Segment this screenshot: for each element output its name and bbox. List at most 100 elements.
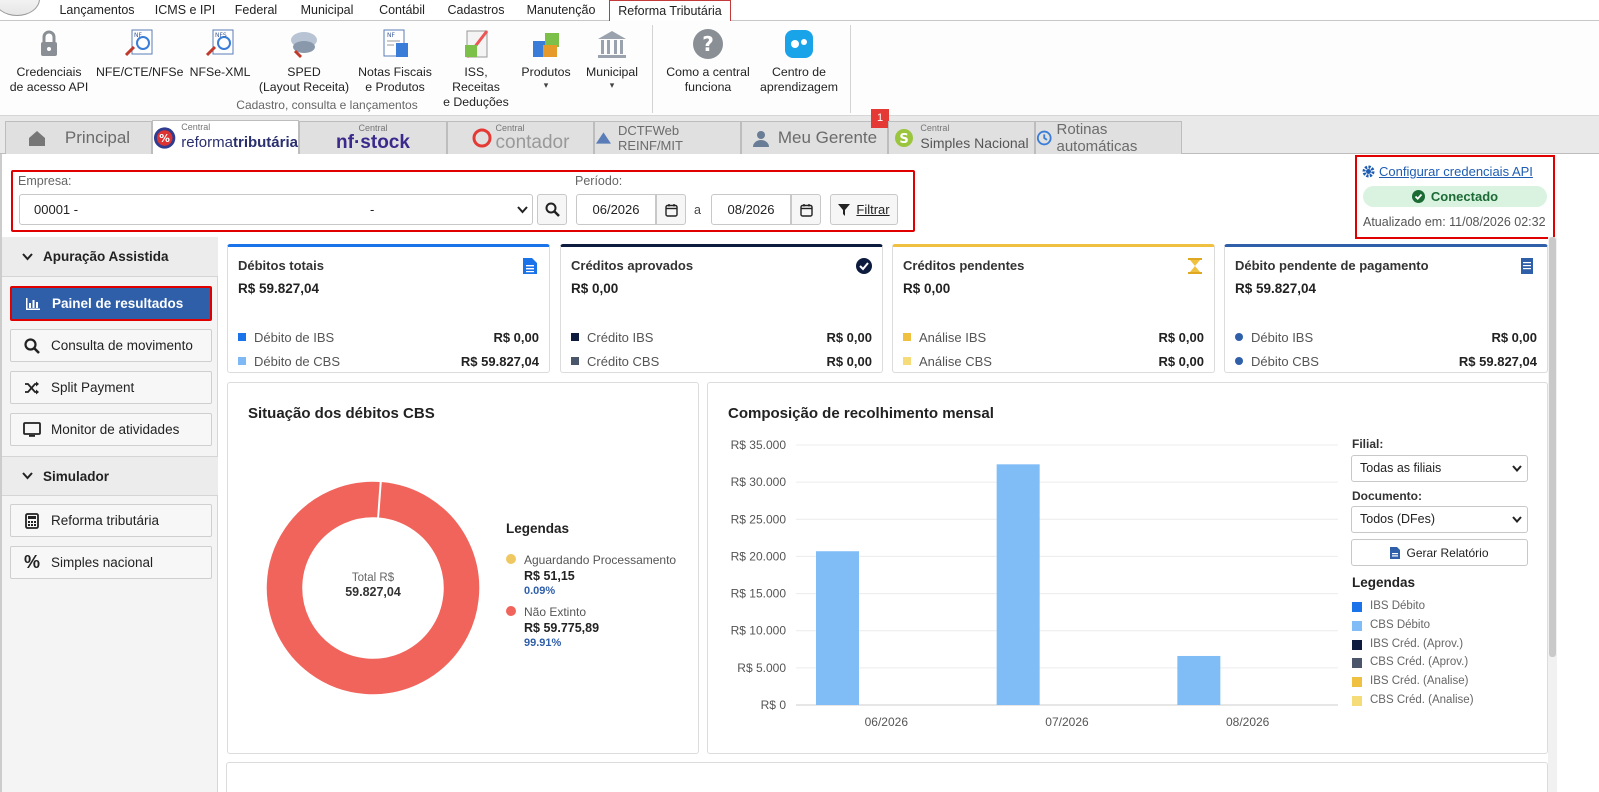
filtrar-button[interactable]: Filtrar [830, 194, 898, 225]
tab-dctfweb[interactable]: DCTFWeb REINF/MIT [594, 121, 741, 154]
legend-label: IBS Créd. (Aprov.) [1370, 637, 1464, 650]
chevron-down-icon [22, 472, 33, 480]
icon-caption: NFS [215, 32, 227, 39]
credenciais-api-button[interactable]: Credenciais de acesso API [8, 27, 90, 95]
tab-nfstock[interactable]: Central nf·stock [299, 121, 447, 154]
menu-tab-contabil[interactable]: Contábil [366, 0, 438, 21]
periodo-end-calendar-button[interactable] [791, 194, 821, 225]
gerar-relatorio-button[interactable]: Gerar Relatório [1351, 539, 1528, 566]
menu-tab-federal[interactable]: Federal [224, 0, 288, 21]
bar[interactable] [1177, 655, 1221, 705]
produtos-dropdown-button[interactable]: Produtos ▾ [516, 27, 576, 90]
card-row: Crédito IBS R$ 0,00 [571, 329, 872, 345]
gear-icon [1362, 165, 1375, 178]
tab-simples-nacional[interactable]: S Central Simples Nacional [888, 121, 1035, 154]
cloud-download-icon [287, 27, 321, 61]
tab-brand-main: reforma [181, 134, 233, 151]
bar[interactable] [816, 551, 859, 705]
notification-badge: 1 [871, 109, 889, 128]
notas-fiscais-produtos-button[interactable]: NF Notas Fiscais e Produtos [356, 27, 434, 95]
documento-select[interactable]: Todos (DFes) [1351, 506, 1528, 533]
card-row: Débito de IBS R$ 0,00 [238, 329, 539, 345]
sidebar-item-consulta-movimento[interactable]: Consulta de movimento [10, 329, 212, 362]
empresa-select[interactable]: 00001 - - [19, 194, 533, 225]
application-window: Lançamentos ICMS e IPI Federal Municipal… [0, 0, 1599, 792]
x-tick-label: 06/2026 [865, 715, 909, 729]
y-tick-label: R$ 5.000 [737, 661, 786, 675]
scrollbar-thumb[interactable] [1549, 237, 1556, 657]
sidebar-item-label: Consulta de movimento [51, 338, 193, 353]
menu-tab-cadastros[interactable]: Cadastros [438, 0, 514, 21]
legend-swatch [1352, 677, 1362, 688]
periodo-start-calendar-button[interactable] [656, 194, 686, 225]
tab-contador[interactable]: Central contador [447, 121, 594, 154]
y-tick-label: R$ 35.000 [731, 438, 787, 452]
calendar-icon [799, 203, 813, 217]
card-row: Débito IBS R$ 0,00 [1235, 329, 1537, 345]
sidebar-section-simulador[interactable]: Simulador [2, 456, 218, 496]
sidebar-item-monitor-atividades[interactable]: Monitor de atividades [10, 413, 212, 446]
sidebar-item-label: Painel de resultados [52, 296, 184, 311]
menu-tab-municipal[interactable]: Municipal [288, 0, 366, 21]
tab-rotinas-automaticas[interactable]: Rotinas automáticas [1035, 121, 1182, 155]
tab-brand: Central Simples Nacional [920, 122, 1028, 153]
tab-brand: Central reformatributária [181, 123, 298, 152]
legend-swatch [238, 333, 246, 341]
nfe-cte-nfse-button[interactable]: NF NFE/CTE/NFSe [96, 27, 183, 80]
gerar-relatorio-label: Gerar Relatório [1406, 545, 1489, 560]
ribbon-label: Produtos [521, 65, 571, 79]
connection-status-badge: Conectado [1363, 186, 1547, 207]
periodo-start-input[interactable]: 06/2026 [576, 194, 656, 225]
bar-chart: R$ 0 R$ 5.000 R$ 10.000 R$ 15.000 R$ 20.000 R… [731, 438, 1338, 729]
sidebar-item-reforma-tributaria[interactable]: Reforma tributária [10, 504, 212, 537]
sidebar-section-apuracao[interactable]: Apuração Assistida [2, 237, 218, 277]
filial-select[interactable]: Todas as filiais [1351, 455, 1528, 482]
legend-label: IBS Créd. (Analise) [1370, 675, 1469, 688]
periodo-label: Período: [575, 174, 623, 188]
menu-tab-icms-ipi[interactable]: ICMS e IPI [146, 0, 224, 21]
ribbon-label: de acesso API [9, 80, 89, 94]
card-row-value: R$ 0,00 [1158, 353, 1204, 369]
menu-tab-manutencao[interactable]: Manutenção [514, 0, 608, 21]
centro-de-aprendizagem-button[interactable]: Centro de aprendizagem [758, 27, 840, 95]
legend-percent: 0.09% [524, 585, 556, 597]
search-button[interactable] [537, 194, 567, 225]
bar-chart-icon [24, 295, 42, 313]
sped-button[interactable]: SPED (Layout Receita) [258, 27, 350, 95]
menu-tab-lancamentos[interactable]: Lançamentos [48, 0, 146, 21]
clock-icon [1036, 130, 1052, 146]
nfse-xml-button[interactable]: NFS NFSe-XML [188, 27, 252, 80]
ribbon-label: funciona [684, 80, 732, 94]
sidebar-item-simples-nacional[interactable]: % Simples nacional [10, 546, 212, 579]
app-orb-button[interactable] [0, 0, 40, 16]
municipal-dropdown-button[interactable]: Municipal ▾ [580, 27, 644, 90]
chevron-down-icon [517, 206, 528, 214]
donut-legend-title: Legendas [506, 521, 570, 536]
ribbon-label: aprendizagem [760, 80, 838, 94]
card-value: R$ 59.827,04 [1235, 281, 1317, 296]
sidebar-item-painel-resultados[interactable]: Painel de resultados [10, 286, 212, 321]
periodo-end-input[interactable]: 08/2026 [711, 194, 791, 225]
card-title: Créditos pendentes [903, 258, 1025, 273]
sidebar: Apuração Assistida Painel de resultados … [2, 237, 218, 792]
tab-small-label: Central [920, 122, 950, 133]
bar[interactable] [996, 464, 1040, 705]
como-a-central-funciona-button[interactable]: ? Como a central funciona [662, 27, 754, 95]
card-row: Crédito CBS R$ 0,00 [571, 353, 872, 369]
configurar-credenciais-link[interactable]: Configurar credenciais API [1379, 164, 1533, 179]
card-row: Análise CBS R$ 0,00 [903, 353, 1204, 369]
pdf-file-icon [1390, 546, 1401, 559]
chevron-down-icon [1512, 465, 1522, 472]
sidebar-item-split-payment[interactable]: Split Payment [10, 371, 212, 404]
legend-label: Aguardando Processamento [524, 553, 677, 567]
search-icon [545, 202, 560, 217]
tab-principal[interactable]: Principal [5, 121, 152, 154]
y-tick-label: R$ 0 [761, 698, 787, 712]
menu-tab-reforma-tributaria[interactable]: Reforma Tributária [609, 0, 731, 22]
tab-meu-gerente[interactable]: Meu Gerente [741, 121, 888, 154]
tab-brand-main: nf·stock [336, 131, 410, 153]
filtrar-label: Filtrar [856, 202, 890, 217]
tab-reforma-tributaria[interactable]: % Central reformatributária [152, 120, 299, 154]
tab-brand-main: contador [495, 131, 570, 153]
dctf-logo-icon [595, 132, 611, 144]
